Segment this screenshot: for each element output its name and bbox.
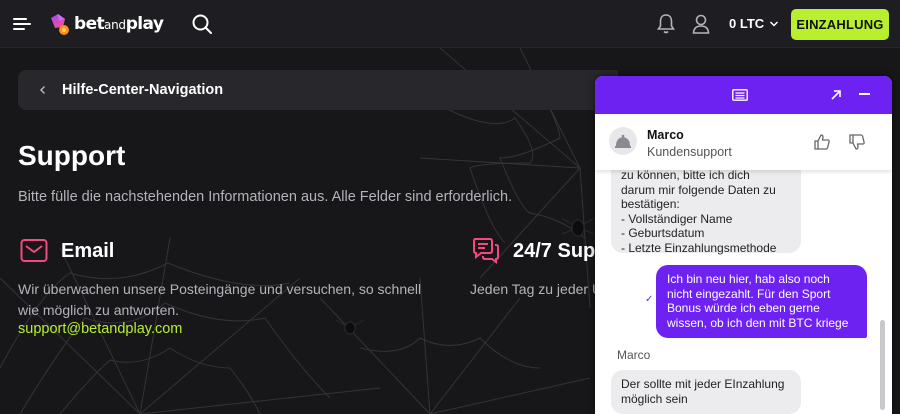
email-card-title: Email — [61, 240, 115, 262]
chat-messages: zu können, bitte ich dich darum mir folg… — [595, 168, 892, 414]
top-navigation-bar: betandplay 0 LTC EINZAHLUNG — [0, 0, 900, 48]
chat-header — [595, 76, 892, 114]
message-line: wissen, ob ich den mit BTC kriege — [667, 315, 849, 330]
mail-icon — [20, 239, 48, 262]
balance-dropdown[interactable]: 0 LTC — [729, 16, 779, 31]
message-line: nicht eingezahlt. Für den Sport — [667, 286, 831, 301]
chat-bubbles-icon — [473, 238, 499, 264]
avatar — [609, 127, 637, 155]
breadcrumb-label: Hilfe-Center-Navigation — [62, 82, 224, 98]
message-line: zu können, bitte ich dich — [621, 168, 750, 182]
service-bell-icon — [615, 134, 631, 148]
chat-widget: Marco Kundensupport zu können, bitte ich… — [595, 76, 892, 414]
logo-icon — [51, 14, 69, 35]
logo-text: betandplay — [74, 14, 164, 34]
minimize-icon[interactable] — [859, 93, 870, 95]
message-line: - Geburtsdatum — [621, 226, 705, 240]
message-line: Bonus würde ich eben gerne — [667, 301, 820, 315]
chat-list-icon[interactable] — [732, 89, 748, 101]
agent-message: zu können, bitte ich dich darum mir folg… — [611, 168, 801, 255]
chevron-left-icon — [39, 85, 46, 95]
thumbs-down-icon[interactable] — [848, 133, 866, 151]
logo[interactable]: betandplay — [47, 12, 164, 36]
chevron-down-icon — [770, 20, 779, 27]
live-support-card-title: 24/7 Sup — [513, 240, 596, 262]
thumbs-up-icon[interactable] — [813, 133, 831, 151]
read-check-icon: ✓ — [645, 294, 654, 305]
message-line: - Letzte Einzahlungsmethode — [621, 240, 777, 255]
live-support-card-description: Jeden Tag zu jeder U — [470, 281, 603, 297]
expand-icon[interactable] — [830, 89, 842, 101]
breadcrumb[interactable]: Hilfe-Center-Navigation — [18, 70, 618, 110]
message-line: möglich sein — [621, 391, 688, 406]
email-desc-line: wie möglich zu antworten. — [18, 302, 180, 318]
support-email-link[interactable]: support@betandplay.com — [18, 321, 182, 337]
message-sender: Marco — [617, 348, 651, 362]
message-line: bestätigen: — [621, 197, 680, 211]
page-subtitle: Bitte fülle die nachstehenden Informatio… — [18, 189, 513, 205]
message-line: Der sollte mit jeder EInzahlung — [621, 377, 785, 391]
user-icon[interactable] — [691, 13, 711, 35]
deposit-button[interactable]: EINZAHLUNG — [791, 9, 889, 40]
search-icon[interactable] — [191, 13, 213, 35]
page-title: Support — [18, 140, 126, 171]
bell-icon[interactable] — [656, 13, 676, 35]
user-message: Ich bin neu hier, hab also noch nicht ei… — [656, 265, 867, 338]
chat-scrollbar[interactable] — [880, 320, 885, 410]
message-line: - Vollständiger Name — [621, 211, 733, 226]
email-desc-line: Wir überwachen unsere Posteingänge und v… — [18, 281, 422, 297]
message-line: Ich bin neu hier, hab also noch — [667, 272, 830, 286]
agent-message: Der sollte mit jeder EInzahlung möglich … — [611, 370, 801, 414]
agent-name: Marco — [647, 128, 684, 142]
balance-value: 0 LTC — [729, 16, 765, 31]
agent-info: Marco Kundensupport — [595, 114, 892, 170]
agent-role: Kundensupport — [647, 145, 732, 159]
menu-icon[interactable] — [13, 16, 31, 32]
email-card-description: Wir überwachen unsere Posteingänge und v… — [18, 279, 421, 321]
message-line: darum mir folgende Daten zu — [621, 182, 776, 197]
